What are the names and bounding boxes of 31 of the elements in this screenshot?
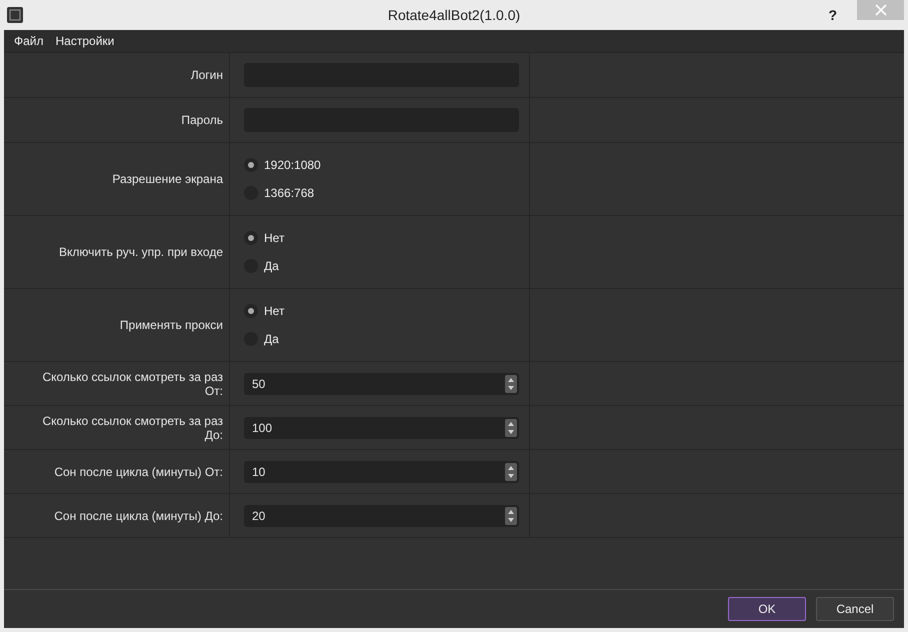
- radio-option[interactable]: 1366:768: [244, 184, 321, 202]
- menu-item[interactable]: Файл: [8, 34, 50, 48]
- field-label: Разрешение экрана: [112, 172, 223, 186]
- radio-option[interactable]: Нет: [244, 302, 284, 320]
- number-field[interactable]: 50: [244, 372, 519, 394]
- spin-arrows-icon[interactable]: [505, 418, 517, 436]
- number-field[interactable]: 10: [244, 460, 519, 482]
- field-label: Сколько ссылок смотреть за раз До:: [41, 414, 223, 442]
- field-label: Логин: [190, 68, 223, 82]
- field-label: Пароль: [181, 113, 223, 127]
- radio-option[interactable]: Нет: [244, 229, 284, 247]
- cancel-button[interactable]: Cancel: [816, 597, 894, 621]
- radio-option[interactable]: Да: [244, 257, 284, 275]
- number-field[interactable]: 100: [244, 416, 519, 438]
- spin-arrows-icon[interactable]: [505, 506, 517, 524]
- radio-option[interactable]: 1920:1080: [244, 156, 321, 174]
- field-label: Сон после цикла (минуты) До:: [54, 508, 223, 522]
- field-label: Сколько ссылок смотреть за раз От:: [41, 370, 223, 398]
- app-logo-icon: [6, 6, 24, 24]
- field-label: Применять прокси: [120, 318, 223, 332]
- radio-option[interactable]: Да: [244, 330, 284, 348]
- field-label: Сон после цикла (минуты) От:: [54, 464, 223, 478]
- help-button[interactable]: ?: [828, 7, 837, 23]
- menu-item[interactable]: Настройки: [50, 34, 120, 48]
- ok-button[interactable]: OK: [728, 597, 806, 621]
- close-icon: [874, 4, 886, 16]
- field-label: Включить руч. упр. при входе: [59, 245, 223, 259]
- window-title: Rotate4allBot2(1.0.0): [388, 7, 520, 23]
- spin-arrows-icon[interactable]: [505, 462, 517, 480]
- number-field[interactable]: 20: [244, 504, 519, 526]
- spin-arrows-icon[interactable]: [505, 374, 517, 392]
